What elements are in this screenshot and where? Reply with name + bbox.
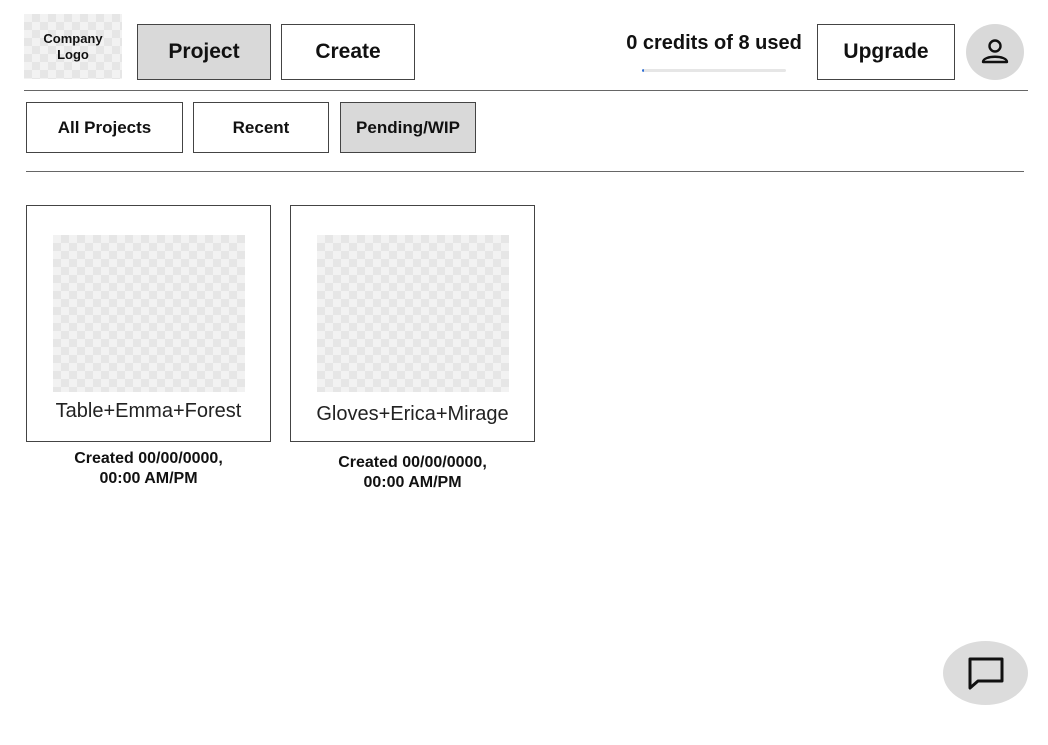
tab-all-projects[interactable]: All Projects <box>26 102 183 153</box>
credits-progress-fill <box>642 69 644 72</box>
tabs-divider <box>26 171 1024 172</box>
chat-button[interactable] <box>943 641 1028 705</box>
chat-bubble-icon <box>968 657 1003 690</box>
tab-recent[interactable]: Recent <box>193 102 329 153</box>
created-time-line: 00:00 AM/PM <box>99 470 198 487</box>
created-time-line: 00:00 AM/PM <box>363 474 462 491</box>
credits-progress-bar <box>642 69 786 72</box>
logo-line-2: Logo <box>57 46 89 62</box>
project-name: Table+Emma+Forest <box>55 400 242 422</box>
project-created-date: Created 00/00/0000, 00:00 AM/PM <box>26 449 271 489</box>
project-created-date: Created 00/00/0000, 00:00 AM/PM <box>290 453 535 493</box>
tab-pending-wip[interactable]: Pending/WIP <box>340 102 476 153</box>
user-avatar-button[interactable] <box>966 24 1024 80</box>
upgrade-button[interactable]: Upgrade <box>817 24 955 80</box>
project-card[interactable]: Table+Emma+Forest <box>26 205 271 442</box>
created-date-line: Created 00/00/0000, <box>338 454 487 471</box>
header-divider <box>24 90 1028 91</box>
project-thumbnail <box>53 235 245 392</box>
logo-line-1: Company <box>43 30 103 46</box>
project-name: Gloves+Erica+Mirage <box>316 403 509 425</box>
nav-project-button[interactable]: Project <box>137 24 271 80</box>
nav-create-button[interactable]: Create <box>281 24 415 80</box>
created-date-line: Created 00/00/0000, <box>74 450 223 467</box>
credits-usage-text: 0 credits of 8 used <box>626 32 802 54</box>
project-thumbnail <box>317 235 509 392</box>
company-logo[interactable]: Company Logo <box>24 14 122 79</box>
user-icon <box>981 39 1009 64</box>
project-card[interactable]: Gloves+Erica+Mirage <box>290 205 535 442</box>
